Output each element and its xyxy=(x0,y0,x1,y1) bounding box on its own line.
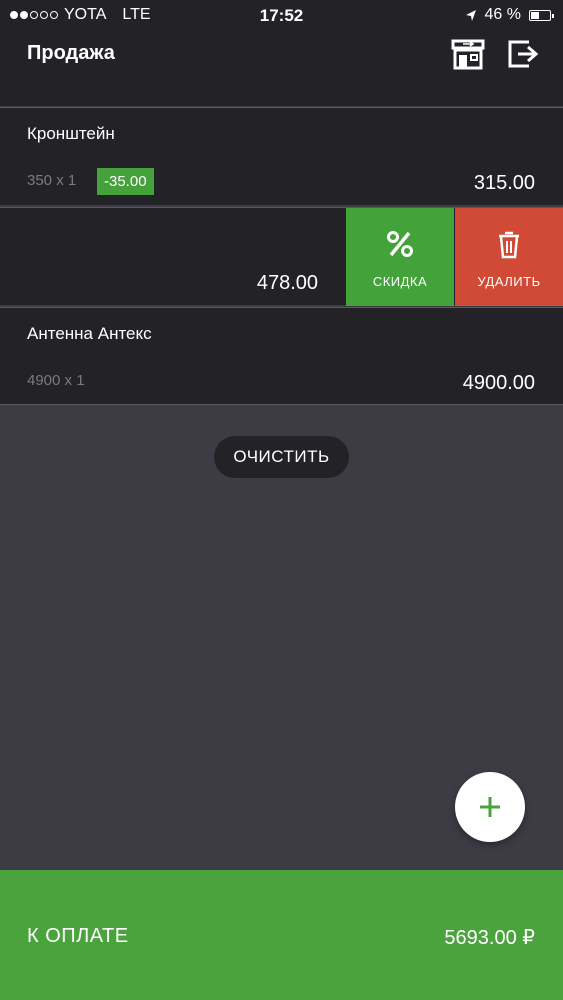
list-item-swiped[interactable]: 478.00 СКИДКА УДАЛИТЬ xyxy=(0,207,563,306)
status-bar: YOTA LTE 17:52 46 % xyxy=(0,0,563,32)
list-item[interactable]: Антенна Антекс 4900 x 1 4900.00 xyxy=(0,307,563,405)
item-price: 315.00 xyxy=(473,172,535,194)
store-icon[interactable] xyxy=(450,36,486,72)
battery-icon xyxy=(529,9,554,21)
item-price: 4900.00 xyxy=(462,372,535,394)
delete-action-button[interactable]: УДАЛИТЬ xyxy=(455,208,563,306)
item-name: Антенна Антекс xyxy=(27,324,152,343)
delete-action-label: УДАЛИТЬ xyxy=(477,274,541,289)
list-item[interactable]: Кронштейн 350 x 1 -35.00 315.00 xyxy=(0,107,563,205)
discount-action-label: СКИДКА xyxy=(372,274,428,289)
battery-percent: 46 % xyxy=(484,6,521,23)
percent-icon xyxy=(387,231,413,257)
item-name: Кронштейн xyxy=(27,124,115,143)
plus-icon xyxy=(480,797,500,817)
trash-icon xyxy=(499,231,519,259)
pay-button[interactable]: К ОПЛАТЕ 5693.00 ₽ xyxy=(0,870,563,1000)
top-bar: YOTA LTE 17:52 46 % Продажа xyxy=(0,0,563,106)
add-item-button[interactable] xyxy=(455,772,525,842)
page-title: Продажа xyxy=(27,42,115,64)
discount-badge: -35.00 xyxy=(97,168,154,195)
status-right: 46 % xyxy=(465,6,554,24)
item-price: 478.00 xyxy=(256,272,318,294)
clear-button[interactable]: ОЧИСТИТЬ xyxy=(214,436,349,478)
discount-action-button[interactable]: СКИДКА xyxy=(346,208,454,306)
location-arrow-icon xyxy=(465,9,476,21)
battery-fill xyxy=(531,11,540,19)
exit-icon[interactable] xyxy=(505,36,541,72)
item-quantity: 350 x 1 xyxy=(27,172,77,189)
item-quantity: 4900 x 1 xyxy=(27,372,85,389)
pay-total: 5693.00 ₽ xyxy=(444,927,535,949)
pay-label: К ОПЛАТЕ xyxy=(27,925,129,947)
